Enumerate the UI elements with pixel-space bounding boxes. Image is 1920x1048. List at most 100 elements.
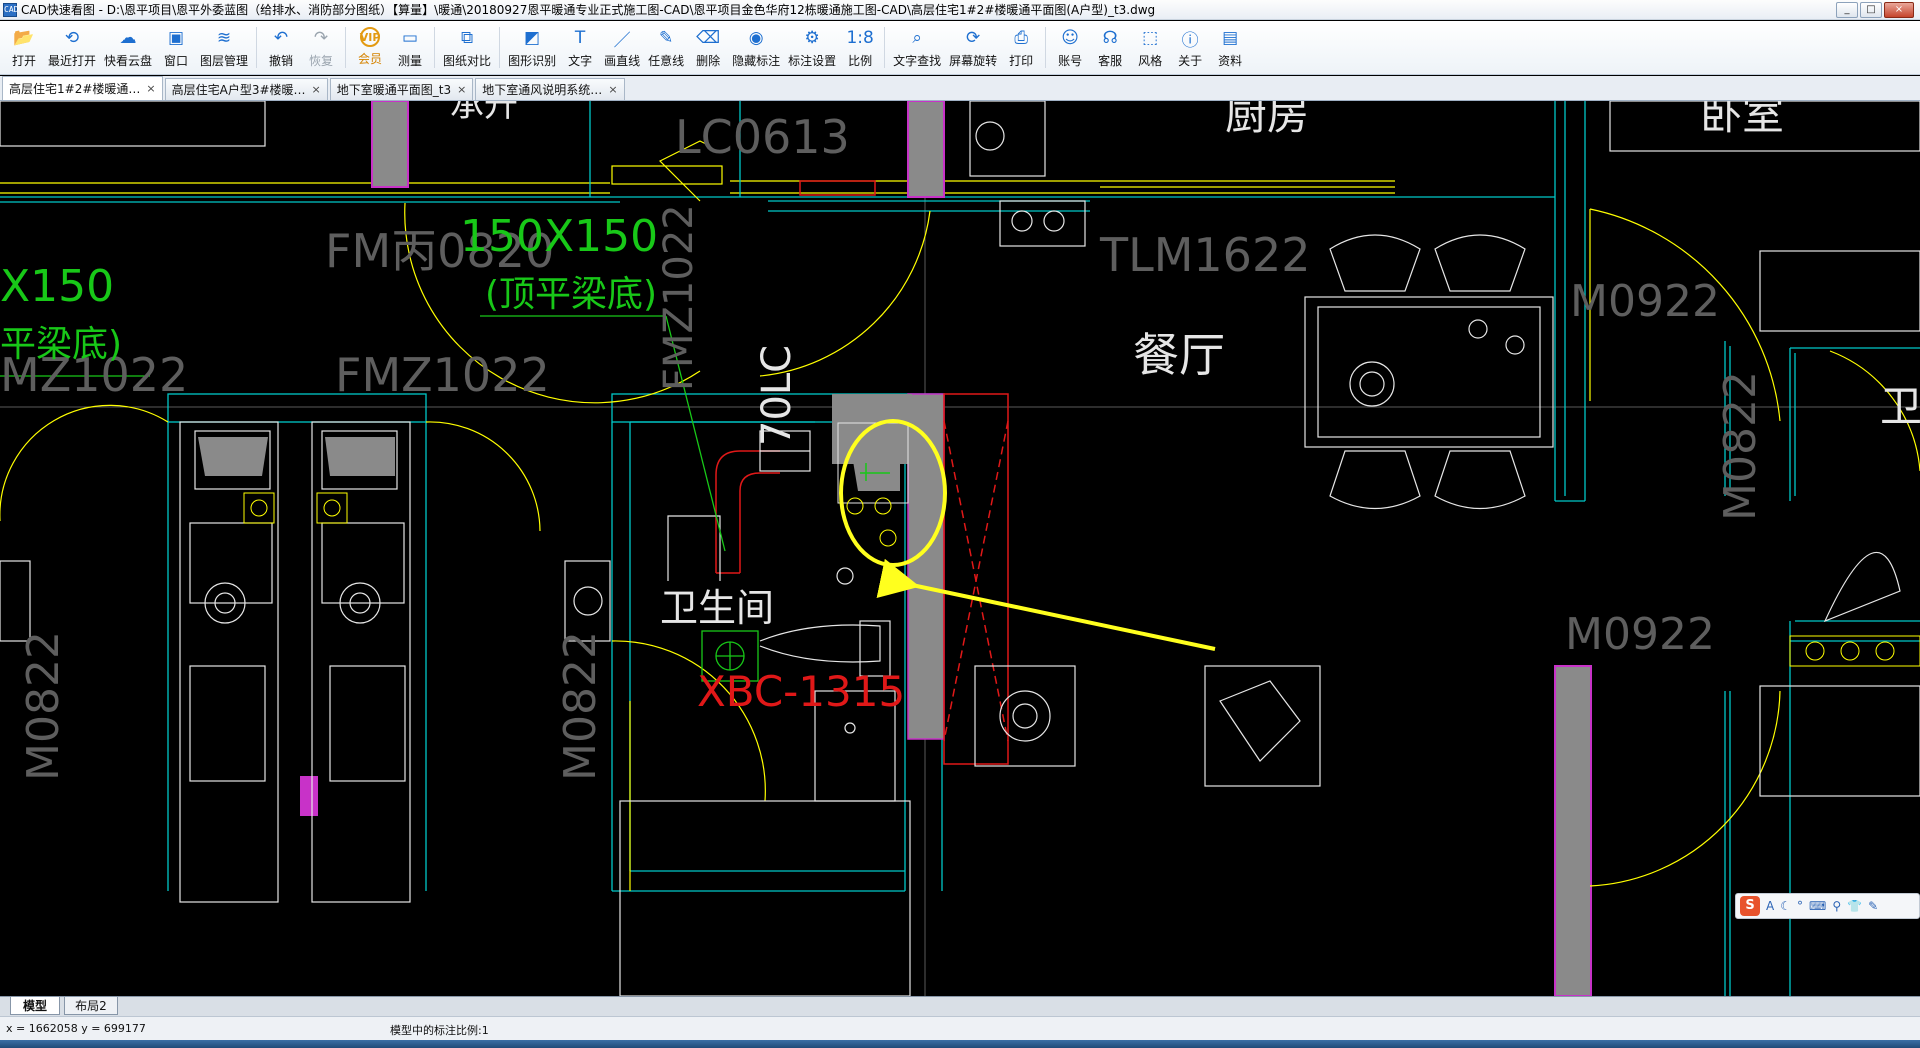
label-bath-right: 卫 [1880,382,1920,431]
toolbar-separator [1045,27,1047,68]
tab-close-icon[interactable]: × [312,83,321,96]
toolbar-label: 文字 [568,54,593,68]
label-m0822-left: M0822 [18,631,69,781]
toolbar-separator [256,27,258,68]
layout-tab-model[interactable]: 模型 [10,997,60,1015]
document-tab[interactable]: 高层住宅1#2#楼暖通… × [2,76,163,100]
mark_settings-button[interactable]: ⚙ 标注设置 [784,21,840,74]
sogou-logo-icon[interactable]: S [1740,896,1760,916]
text-button[interactable]: T 文字 [560,21,600,74]
layout-tab-layout2[interactable]: 布局2 [64,997,118,1015]
open-button[interactable]: 📂 打开 [4,21,44,74]
resources-button[interactable]: ▤ 资料 [1210,21,1250,74]
freeline-button[interactable]: ✎ 任意线 [644,21,688,74]
door-swings [0,140,1920,891]
document-tab[interactable]: 地下室通风说明系统… × [475,78,625,100]
line-button[interactable]: ／ 画直线 [600,21,644,74]
text-T-icon: T [574,28,586,48]
window-button[interactable]: ▣ 窗口 [156,21,196,74]
minimize-button[interactable]: _ [1836,1,1858,18]
toolbar-label: 测量 [398,54,423,68]
toolbar-label: 客服 [1098,54,1123,68]
tab-close-icon[interactable]: × [146,82,155,95]
toolbar-label: 打印 [1009,54,1034,68]
text_search-button[interactable]: ⌕ 文字查找 [889,21,945,74]
ime-moon-icon[interactable]: ☾ [1780,899,1791,913]
compare-button[interactable]: ⧉ 图纸对比 [439,21,495,74]
user-icon: ☺ [1061,28,1080,48]
toolbar-label: 风格 [1138,54,1163,68]
ime-skin-icon[interactable]: 👕 [1847,899,1862,913]
style-icon: ⬚ [1142,28,1159,48]
about-button[interactable]: ⓘ 关于 [1170,21,1210,74]
redo-button[interactable]: ↷ 恢复 [301,21,341,74]
tab-close-icon[interactable]: × [608,83,617,96]
toolbar-label: 会员 [358,52,383,66]
layers-icon: ≋ [216,28,232,48]
tab-close-icon[interactable]: × [457,83,466,96]
measure-button[interactable]: ▭ 测量 [390,21,430,74]
delete-button[interactable]: ⌫ 删除 [688,21,728,74]
bathroom-fixtures [0,101,1920,996]
ime-voice-icon[interactable]: ⚲ [1832,899,1841,913]
toolbar-label: 文字查找 [893,54,942,68]
kitchen-shafts-left [198,437,395,524]
document-tab-bar: 高层住宅1#2#楼暖通… × 高层住宅A户型3#楼暖… × 地下室暖通平面图_t3 × 地下… [0,76,1920,101]
toolbar-separator [499,27,501,68]
undo-button[interactable]: ↶ 撤销 [261,21,301,74]
document-tab[interactable]: 高层住宅A户型3#楼暖… × [164,78,328,100]
window-controls: _ □ × [1836,1,1914,18]
toolbar-label: 隐藏标注 [732,54,781,68]
app-logo-icon: CAD [3,2,18,17]
toolbar-label: 图形识别 [508,54,557,68]
label-dining: 餐厅 [1133,328,1225,382]
ruler-icon: ▭ [402,28,419,48]
document-tab[interactable]: 地下室暖通平面图_t3 × [329,78,474,100]
vip-button[interactable]: VIP 会员 [350,21,390,74]
recognize-button[interactable]: ◩ 图形识别 [504,21,560,74]
toolbar-label: 恢复 [309,54,334,68]
ime-toolbar[interactable]: S A ☾ ° ⌨ ⚲ 👕 ✎ [1735,893,1920,919]
info-icon: ⓘ [1181,30,1199,51]
toolbar-label: 图层管理 [200,54,249,68]
toolbar-label: 屏幕旋转 [949,54,998,68]
ime-keyboard-icon[interactable]: ⌨ [1809,899,1826,913]
maximize-button[interactable]: □ [1860,1,1882,18]
rotate-button[interactable]: ⟳ 屏幕旋转 [945,21,1001,74]
label-shaft-tag: 70LC [754,345,800,446]
ime-punct-icon[interactable]: ° [1797,899,1803,913]
document-tab-label: 地下室通风说明系统… [482,83,603,97]
redo-icon: ↷ [313,28,329,48]
floor-plan-drawing[interactable]: 厨房 卧室 餐厅 卫生间 卫 LC0613 TLM1622 M0922 M092… [0,101,1920,996]
support-button[interactable]: ☊ 客服 [1090,21,1130,74]
label-fmz1022-vertical: FMZ1022 [656,204,702,391]
main-toolbar: 📂 打开 ⟲ 最近打开 ☁ 快看云盘 ▣ 窗口 ≋ 图层管理 ↶ 撤销 ↷ 恢复 VIP 会员 ▭ 测量 ⧉ 图纸对比… [0,21,1920,75]
document-tab-label: 高层住宅A户型3#楼暖… [171,83,306,97]
label-m0922-bottom: M0922 [1565,609,1715,660]
hide_marks-button[interactable]: ◉ 隐藏标注 [728,21,784,74]
recent-button[interactable]: ⟲ 最近打开 [44,21,100,74]
label-kitchen: 厨房 [1225,101,1309,139]
eye-hide-icon: ◉ [748,28,764,48]
ime-tools-icon[interactable]: ✎ [1868,899,1878,913]
drawing-canvas[interactable]: 厨房 卧室 餐厅 卫生间 卫 LC0613 TLM1622 M0922 M092… [0,101,1920,996]
label-beam-note: (顶平梁底) [485,274,657,315]
cloud-button[interactable]: ☁ 快看云盘 [100,21,156,74]
cloud-icon: ☁ [119,28,137,48]
toolbar-label: 资料 [1218,54,1243,68]
close-window-button[interactable]: × [1884,1,1914,18]
label-lc0613: LC0613 [675,110,850,164]
toolbar-label: 图纸对比 [443,54,492,68]
layers-button[interactable]: ≋ 图层管理 [196,21,252,74]
drawing-labels: 厨房 卧室 餐厅 卫生间 卫 LC0613 TLM1622 M0922 M092… [0,101,1920,781]
folder-open-icon: 📂 [13,28,35,48]
window-icon: ▣ [168,28,185,48]
ratio-button[interactable]: 1:8 比例 [840,21,880,74]
pen-icon: ✎ [658,28,674,48]
print-button[interactable]: ⎙ 打印 [1001,21,1041,74]
top-walls [0,180,1395,194]
account-button[interactable]: ☺ 账号 [1050,21,1090,74]
label-m0822-right: M0822 [1715,371,1766,521]
style-button[interactable]: ⬚ 风格 [1130,21,1170,74]
ime-mode-icon[interactable]: A [1766,899,1774,913]
